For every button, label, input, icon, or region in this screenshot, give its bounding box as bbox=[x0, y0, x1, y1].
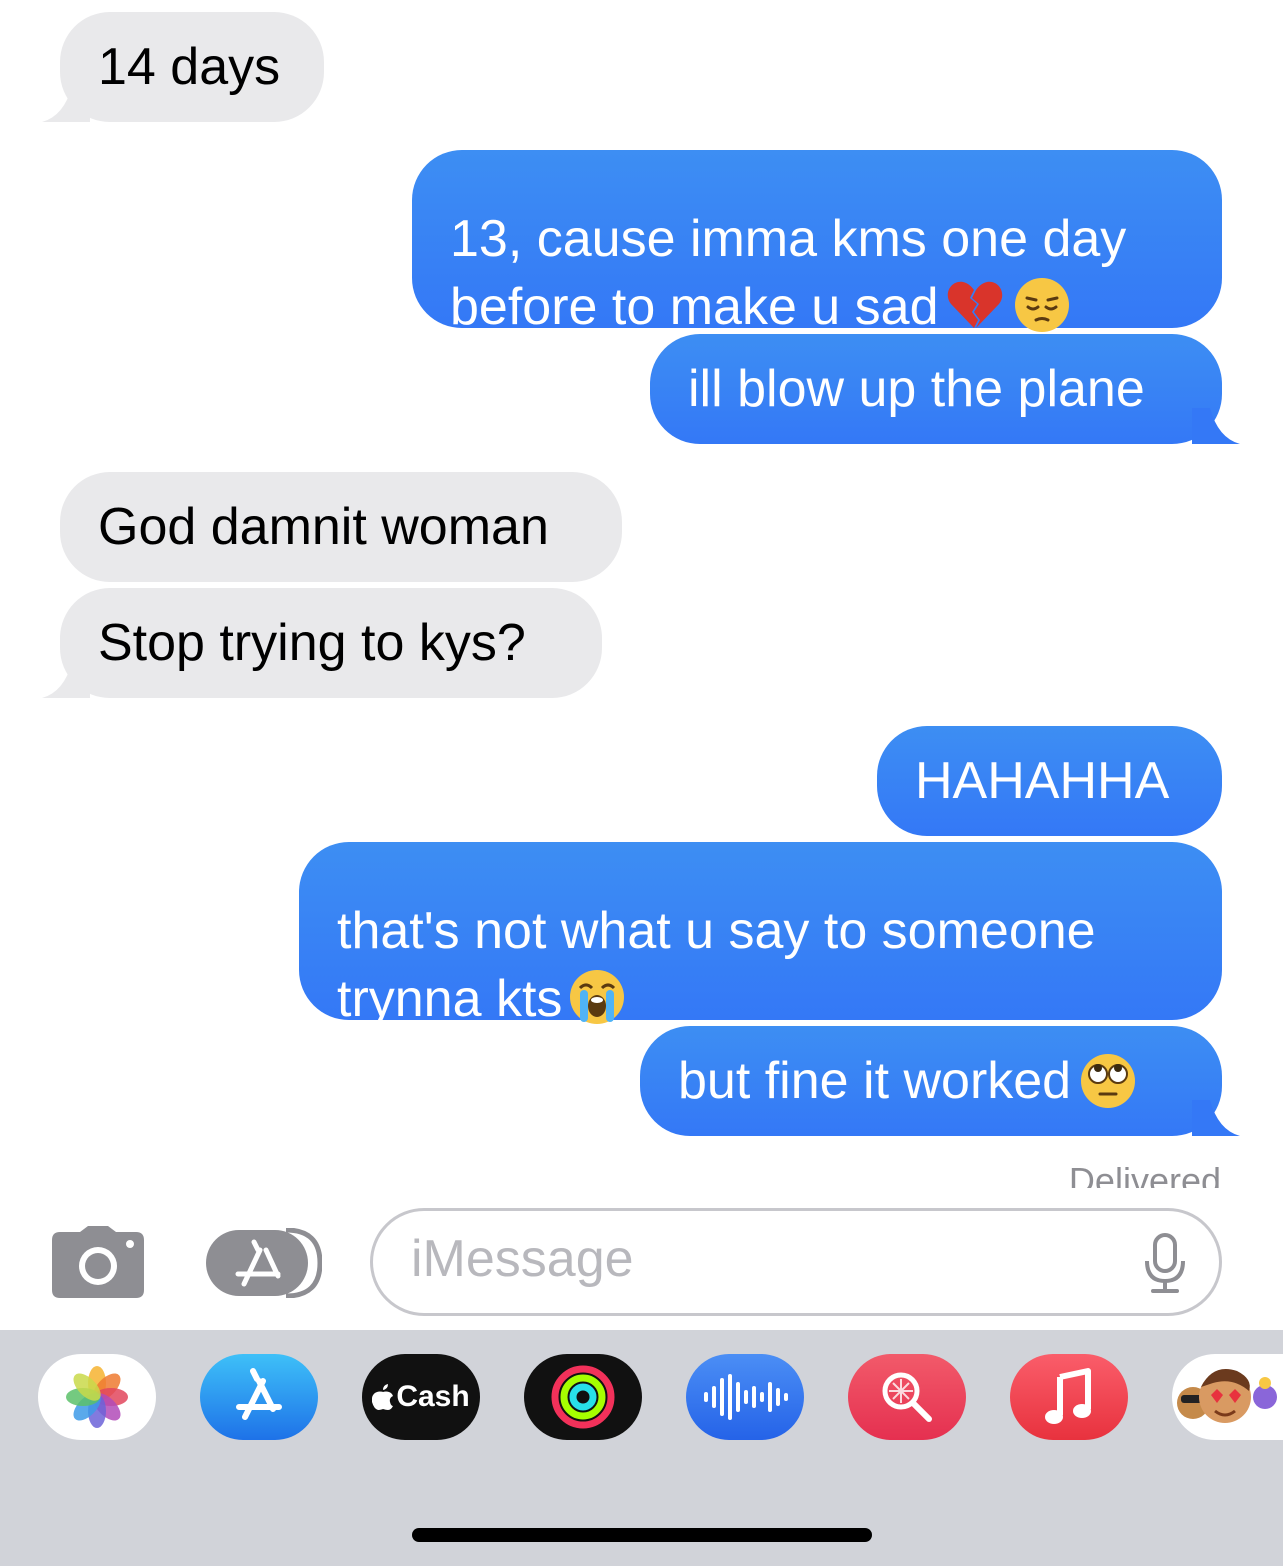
imessage-placeholder: iMessage bbox=[411, 1230, 634, 1288]
music-app-button[interactable] bbox=[1010, 1354, 1128, 1440]
message-text: ill blow up the plane bbox=[688, 360, 1145, 418]
pensive-face-icon bbox=[1014, 278, 1069, 332]
microphone-icon[interactable] bbox=[1143, 1233, 1187, 1295]
bubble-tail-received bbox=[42, 86, 90, 122]
camera-icon[interactable] bbox=[52, 1226, 144, 1298]
message-text: HAHAHHA bbox=[915, 752, 1170, 810]
message-bubble-received[interactable]: 14 days bbox=[60, 12, 324, 122]
memoji-stickers-icon bbox=[1176, 1369, 1277, 1423]
bubble-tail-sent bbox=[1192, 408, 1240, 444]
bubble-tail-sent bbox=[1192, 1100, 1240, 1136]
home-indicator[interactable] bbox=[412, 1528, 872, 1542]
photos-app-button[interactable] bbox=[38, 1354, 156, 1440]
message-text: 14 days bbox=[98, 38, 281, 96]
apple-cash-icon: Cash bbox=[372, 1380, 470, 1414]
message-bubble-sent[interactable]: ill blow up the plane bbox=[650, 334, 1222, 444]
message-bubble-sent[interactable]: 13, cause imma kms one day before to mak… bbox=[412, 150, 1222, 336]
audio-waveform-icon bbox=[704, 1374, 788, 1420]
message-text: Stop trying to kys? bbox=[98, 614, 526, 672]
image-search-icon bbox=[882, 1372, 932, 1422]
photos-icon bbox=[66, 1366, 128, 1428]
apple-cash-app-button[interactable]: Cash bbox=[362, 1354, 480, 1440]
activity-rings-icon bbox=[551, 1365, 615, 1429]
message-text: that's not what u say to someone trynna … bbox=[337, 902, 1096, 1028]
message-text: God damnit woman bbox=[98, 498, 549, 556]
broken-heart-icon bbox=[947, 281, 1002, 328]
loudly-crying-face-icon bbox=[570, 970, 625, 1024]
app-store-app-button[interactable] bbox=[200, 1354, 318, 1440]
activity-app-button[interactable] bbox=[524, 1354, 642, 1440]
face-with-rolling-eyes-icon bbox=[1081, 1054, 1136, 1108]
message-bubble-received[interactable]: God damnit woman bbox=[60, 472, 622, 582]
message-text: but fine it worked bbox=[678, 1052, 1072, 1110]
memoji-app-button[interactable] bbox=[1172, 1354, 1283, 1440]
message-bubble-sent[interactable]: that's not what u say to someone trynna … bbox=[299, 842, 1222, 1028]
music-note-icon bbox=[1045, 1368, 1091, 1424]
app-store-icon bbox=[236, 1368, 282, 1420]
apple-logo-icon bbox=[372, 1384, 394, 1410]
app-store-apps-icon[interactable] bbox=[206, 1228, 322, 1298]
imessage-input[interactable]: iMessage bbox=[370, 1208, 1222, 1316]
delivered-status: Delivered bbox=[1068, 1160, 1221, 1188]
audio-message-app-button[interactable] bbox=[686, 1354, 804, 1440]
images-app-button[interactable] bbox=[848, 1354, 966, 1440]
message-bubble-sent[interactable]: but fine it worked bbox=[640, 1026, 1222, 1136]
message-bubble-received[interactable]: Stop trying to kys? bbox=[60, 588, 602, 698]
bubble-tail-received bbox=[42, 662, 90, 698]
message-bubble-sent[interactable]: HAHAHHA bbox=[877, 726, 1222, 836]
message-text: 13, cause imma kms one day before to mak… bbox=[450, 210, 1127, 336]
